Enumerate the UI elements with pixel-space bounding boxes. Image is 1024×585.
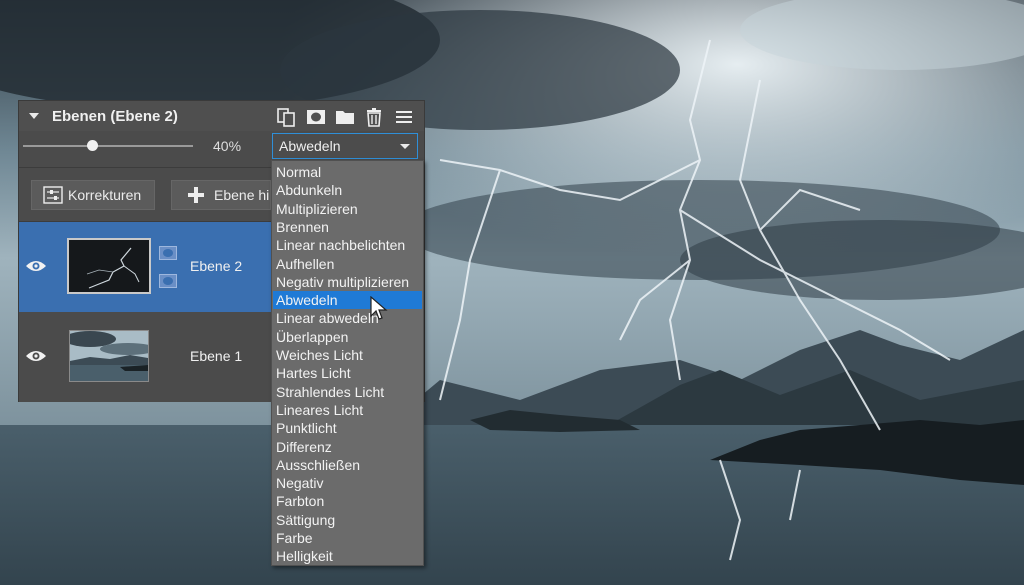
layer-name: Ebene 1 (190, 348, 243, 364)
add-layer-button[interactable]: Ebene hi (171, 180, 271, 210)
blend-mode-option[interactable]: Differenz (273, 438, 422, 456)
blend-mode-value: Abwedeln (279, 138, 341, 154)
adjustments-button[interactable]: Korrekturen (31, 180, 155, 210)
blend-mode-option[interactable]: Abwedeln (273, 291, 422, 310)
blend-mode-option[interactable]: Farbe (273, 529, 422, 547)
menu-icon[interactable] (393, 106, 415, 128)
blend-mode-option[interactable]: Lineares Licht (273, 401, 422, 419)
blend-mode-option[interactable]: Helligkeit (273, 547, 422, 565)
blend-mode-option[interactable]: Punktlicht (273, 419, 422, 437)
panel-title: Ebenen (Ebene 2) (52, 108, 178, 125)
blend-mode-dropdown-list: Normal Abdunkeln Multiplizieren Brennen Line… (271, 160, 424, 566)
layer-thumbnail (69, 330, 149, 382)
blend-mode-option[interactable]: Brennen (273, 218, 422, 236)
add-mask-icon[interactable] (305, 106, 327, 128)
blend-mode-option[interactable]: Farbton (273, 492, 422, 510)
folder-icon[interactable] (334, 106, 356, 128)
chevron-down-icon (400, 144, 410, 149)
blend-mode-option[interactable]: Ausschließen (273, 456, 422, 474)
add-layer-label: Ebene hi (214, 187, 270, 203)
blend-mode-option[interactable]: Negativ multiplizieren (273, 273, 422, 291)
layer-name: Ebene 2 (190, 258, 243, 274)
blend-mode-option[interactable]: Sättigung (273, 511, 422, 529)
plus-icon (188, 187, 204, 203)
blend-mode-option[interactable]: Strahlendes Licht (273, 383, 422, 401)
mouse-cursor-icon (370, 296, 388, 320)
blend-mode-option[interactable]: Überlappen (273, 328, 422, 346)
blend-mode-option[interactable]: Linear abwedeln (273, 309, 422, 327)
opacity-value: 40% (213, 138, 242, 154)
blend-mode-select[interactable]: Abwedeln (272, 133, 418, 159)
blend-mode-option[interactable]: Normal (273, 163, 422, 181)
layer-mask-icon[interactable] (159, 274, 177, 288)
layer-thumbnail (67, 238, 151, 294)
panel-header: Ebenen (Ebene 2) (19, 101, 424, 131)
blend-mode-option[interactable]: Hartes Licht (273, 364, 422, 382)
layer-mask-icon[interactable] (159, 246, 177, 260)
adjustments-icon (43, 186, 63, 204)
eye-icon[interactable] (25, 258, 47, 274)
blend-mode-option[interactable]: Multiplizieren (273, 200, 422, 218)
opacity-slider[interactable] (23, 145, 193, 147)
blend-mode-option[interactable]: Weiches Licht (273, 346, 422, 364)
blend-mode-option[interactable]: Negativ (273, 474, 422, 492)
blend-mode-option[interactable]: Aufhellen (273, 255, 422, 273)
opacity-slider-thumb[interactable] (87, 140, 98, 151)
duplicate-layer-icon[interactable] (275, 106, 297, 128)
trash-icon[interactable] (363, 106, 385, 128)
collapse-arrow-icon[interactable] (29, 113, 39, 119)
blend-mode-option[interactable]: Abdunkeln (273, 181, 422, 199)
eye-icon[interactable] (25, 348, 47, 364)
blend-mode-option[interactable]: Linear nachbelichten (273, 236, 422, 254)
adjustments-label: Korrekturen (68, 187, 142, 203)
